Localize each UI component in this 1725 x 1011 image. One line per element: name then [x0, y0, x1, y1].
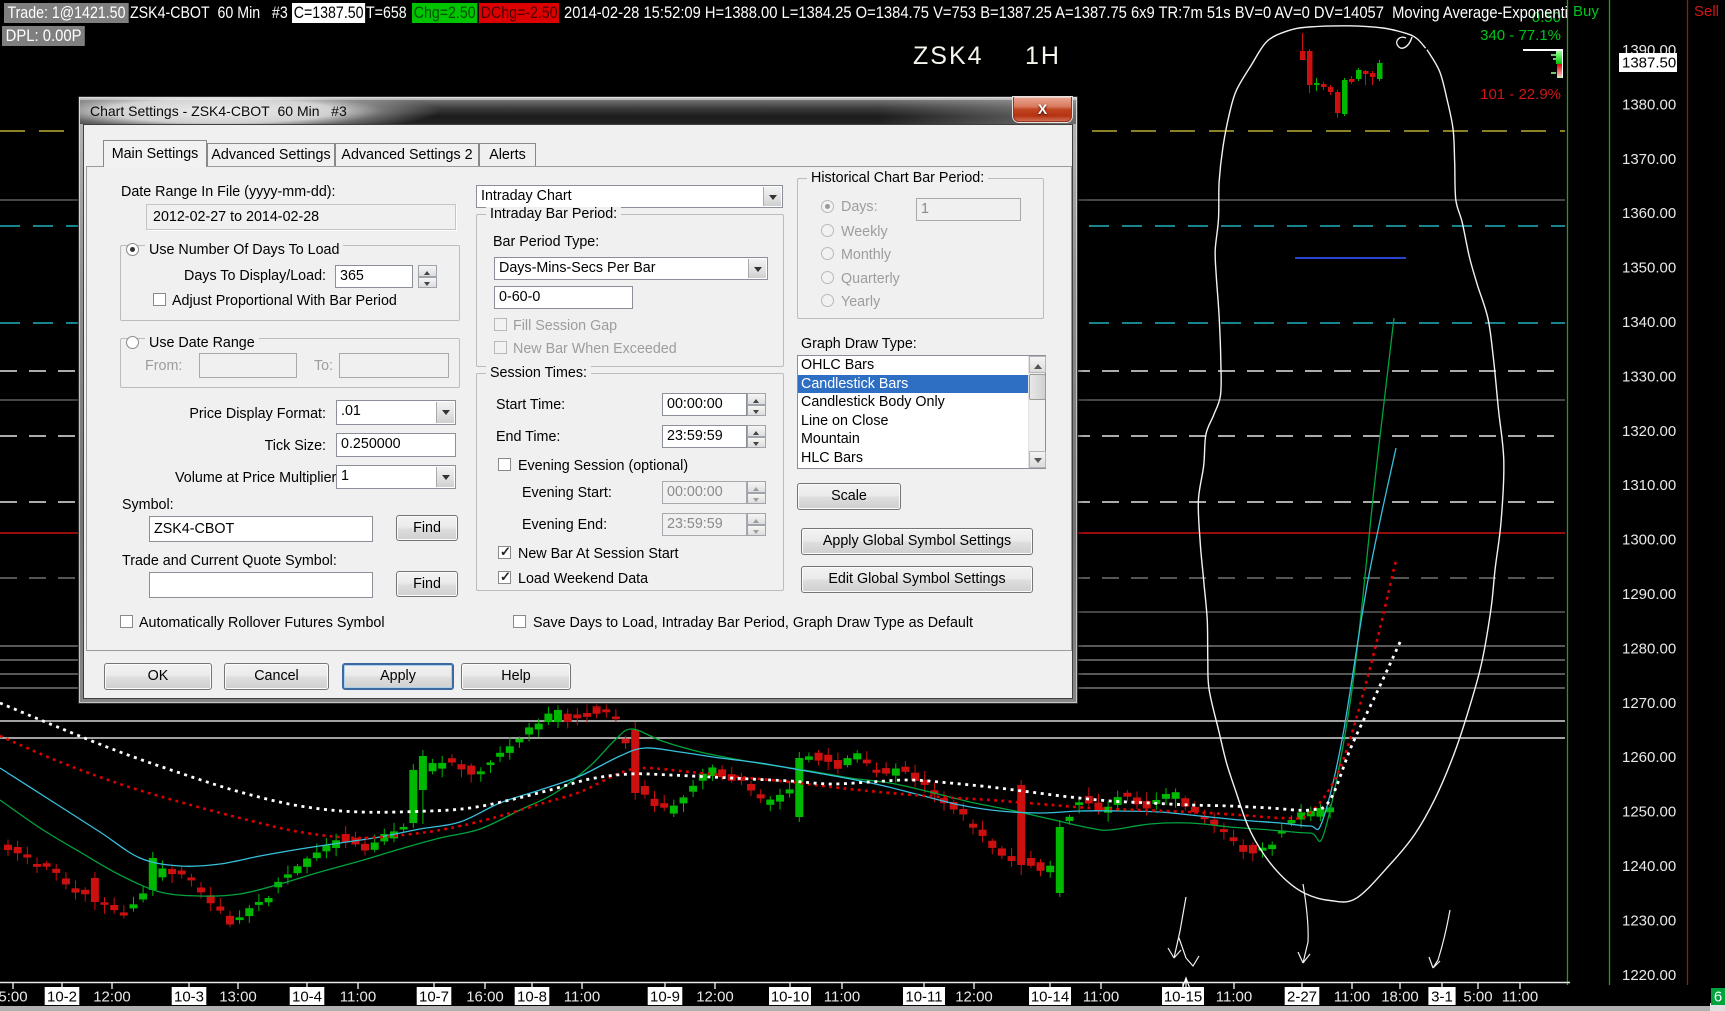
svg-text:16:00: 16:00 [466, 989, 504, 1006]
svg-text:6: 6 [1714, 989, 1722, 1006]
svg-text:12:00: 12:00 [955, 989, 993, 1006]
svg-text:1380.00: 1380.00 [1622, 96, 1676, 113]
svg-text:5:00: 5:00 [1463, 989, 1492, 1006]
svg-text:10-10: 10-10 [771, 989, 809, 1006]
svg-text:12:00: 12:00 [696, 989, 734, 1006]
svg-text:11:00: 11:00 [1502, 989, 1538, 1006]
svg-text:10-8: 10-8 [517, 989, 547, 1006]
svg-text:11:00: 11:00 [824, 989, 860, 1006]
svg-text:1310.00: 1310.00 [1622, 477, 1676, 494]
svg-text:1300.00: 1300.00 [1622, 532, 1676, 549]
svg-text:1260.00: 1260.00 [1622, 749, 1676, 766]
svg-text:10-11: 10-11 [905, 989, 942, 1006]
svg-text:10-14: 10-14 [1031, 989, 1069, 1006]
svg-text:1330.00: 1330.00 [1622, 368, 1676, 385]
svg-text:2-27: 2-27 [1287, 989, 1317, 1006]
svg-text:1230.00: 1230.00 [1622, 912, 1676, 929]
svg-text:10-7: 10-7 [419, 989, 449, 1006]
svg-text:10-9: 10-9 [650, 989, 680, 1006]
svg-text:10-2: 10-2 [47, 989, 77, 1006]
svg-text:1320.00: 1320.00 [1622, 423, 1676, 440]
svg-text:1387.50: 1387.50 [1622, 55, 1676, 72]
svg-text:10-15: 10-15 [1164, 989, 1202, 1006]
svg-text:11:00: 11:00 [564, 989, 600, 1006]
svg-text:1370.00: 1370.00 [1622, 151, 1676, 168]
svg-text:12:00: 12:00 [93, 989, 131, 1006]
svg-text:5:00: 5:00 [0, 989, 28, 1006]
svg-text:11:00: 11:00 [340, 989, 376, 1006]
svg-text:1250.00: 1250.00 [1622, 804, 1676, 821]
svg-text:1350.00: 1350.00 [1622, 260, 1676, 277]
svg-text:18:00: 18:00 [1381, 989, 1419, 1006]
svg-text:13:00: 13:00 [219, 989, 257, 1006]
svg-text:1340.00: 1340.00 [1622, 314, 1676, 331]
svg-text:10-3: 10-3 [174, 989, 204, 1006]
svg-text:1360.00: 1360.00 [1622, 205, 1676, 222]
svg-text:1270.00: 1270.00 [1622, 695, 1676, 712]
svg-text:1290.00: 1290.00 [1622, 586, 1676, 603]
svg-text:10-4: 10-4 [292, 989, 322, 1006]
svg-text:11:00: 11:00 [1216, 989, 1252, 1006]
svg-text:1240.00: 1240.00 [1622, 858, 1676, 875]
svg-text:11:00: 11:00 [1334, 989, 1370, 1006]
svg-text:11:00: 11:00 [1083, 989, 1119, 1006]
svg-text:1280.00: 1280.00 [1622, 640, 1676, 657]
svg-text:1220.00: 1220.00 [1622, 967, 1676, 984]
svg-text:3-1: 3-1 [1431, 989, 1453, 1006]
